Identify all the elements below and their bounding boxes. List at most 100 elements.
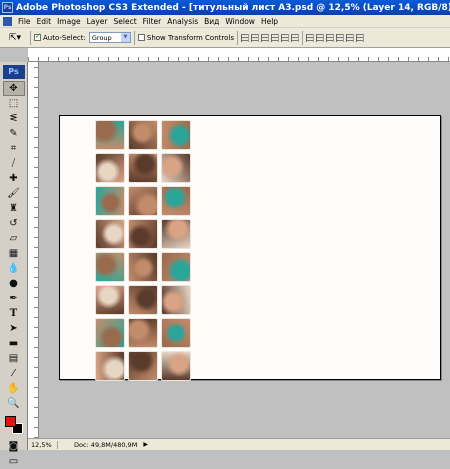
menu-edit[interactable]: Edit xyxy=(34,17,55,26)
photo-tile xyxy=(95,252,125,282)
align-top-icon[interactable] xyxy=(240,33,249,42)
status-bar: 12,5% Doc: 49,8M/480,9M ▶ xyxy=(28,438,450,450)
healing-tool-icon[interactable]: ✚ xyxy=(3,171,25,186)
zoom-tool-icon[interactable]: 🔍 xyxy=(3,396,25,411)
photo-tile xyxy=(128,153,158,183)
menu-window[interactable]: Window xyxy=(222,17,258,26)
color-swatches xyxy=(3,414,25,436)
ps-app-icon: Ps xyxy=(2,2,13,13)
photo-tile xyxy=(161,318,191,348)
move-tool-preset-icon[interactable]: ⇱▾ xyxy=(3,30,27,46)
show-transform-label: Show Transform Controls xyxy=(146,33,234,42)
menu-layer[interactable]: Layer xyxy=(84,17,111,26)
photo-tile xyxy=(128,351,158,381)
photo-tile xyxy=(95,153,125,183)
photo-tile xyxy=(161,285,191,315)
eyedropper-tool-icon[interactable]: ⁄ xyxy=(3,366,25,381)
path-select-tool-icon[interactable]: ➤ xyxy=(3,321,25,336)
document-info: Doc: 49,8M/480,9M xyxy=(74,440,138,449)
marquee-tool-icon[interactable]: ⬚ xyxy=(3,96,25,111)
photo-tile xyxy=(95,186,125,216)
auto-select-dropdown[interactable]: Group ▼ xyxy=(88,32,131,43)
distribute-buttons xyxy=(305,33,364,42)
menu-view[interactable]: Вид xyxy=(201,17,222,26)
divider xyxy=(133,30,135,45)
canvas-area[interactable] xyxy=(40,62,450,438)
distribute-bottom-icon[interactable] xyxy=(325,33,334,42)
menu-analysis[interactable]: Analysis xyxy=(164,17,201,26)
dodge-tool-icon[interactable]: ● xyxy=(3,276,25,291)
divider xyxy=(30,30,31,45)
ps-logo[interactable]: Ps xyxy=(2,65,25,79)
type-tool-icon[interactable]: T xyxy=(3,306,25,321)
align-left-icon[interactable] xyxy=(270,33,279,42)
photo-tile xyxy=(161,186,191,216)
menu-file[interactable]: File xyxy=(15,17,34,26)
menu-image[interactable]: Image xyxy=(54,17,84,26)
shape-tool-icon[interactable]: ▬ xyxy=(3,336,25,351)
eraser-tool-icon[interactable]: ▱ xyxy=(3,231,25,246)
photo-tile xyxy=(95,318,125,348)
document-icon[interactable] xyxy=(3,16,12,26)
photo-tile xyxy=(95,285,125,315)
menu-select[interactable]: Select xyxy=(111,17,140,26)
crop-tool-icon[interactable]: ⌗ xyxy=(3,141,25,156)
lasso-tool-icon[interactable]: ᓬ xyxy=(3,111,25,126)
photo-tile xyxy=(128,219,158,249)
hand-tool-icon[interactable]: ✋ xyxy=(3,381,25,396)
screen-mode-icon[interactable]: ▭ xyxy=(3,454,25,469)
title-bar: Ps Adobe Photoshop CS3 Extended - [титул… xyxy=(0,0,450,15)
menu-help[interactable]: Help xyxy=(258,17,281,26)
brush-tool-icon[interactable]: 🖌 xyxy=(3,186,25,201)
auto-select-value: Group xyxy=(91,33,112,42)
blur-tool-icon[interactable]: 💧 xyxy=(3,261,25,276)
photo-tile xyxy=(128,120,158,150)
move-tool-icon[interactable]: ✥ xyxy=(2,81,25,96)
divider xyxy=(301,30,303,45)
photo-tile xyxy=(95,219,125,249)
document-canvas[interactable] xyxy=(59,115,441,381)
quick-select-tool-icon[interactable]: ✎ xyxy=(3,126,25,141)
chevron-down-icon: ▼ xyxy=(120,33,130,42)
photo-tile xyxy=(95,351,125,381)
window-title: Adobe Photoshop CS3 Extended - [титульны… xyxy=(16,2,450,13)
menu-filter[interactable]: Filter xyxy=(140,17,165,26)
align-vcenter-icon[interactable] xyxy=(250,33,259,42)
distribute-hcenter-icon[interactable] xyxy=(345,33,354,42)
distribute-top-icon[interactable] xyxy=(305,33,314,42)
distribute-right-icon[interactable] xyxy=(355,33,364,42)
photo-tile xyxy=(95,120,125,150)
show-transform-checkbox[interactable] xyxy=(137,34,145,41)
align-hcenter-icon[interactable] xyxy=(280,33,289,42)
distribute-left-icon[interactable] xyxy=(335,33,344,42)
vertical-ruler xyxy=(28,62,39,438)
horizontal-ruler xyxy=(28,48,450,62)
photo-tile xyxy=(161,120,191,150)
toolbox: Ps ✥ ⬚ ᓬ ✎ ⌗ ⧸ ✚ 🖌 ♜ ↺ ▱ ▦ 💧 ● ✒ T ➤ ▬ ▤… xyxy=(0,62,28,467)
photo-tile xyxy=(161,252,191,282)
distribute-vcenter-icon[interactable] xyxy=(315,33,324,42)
quick-mask-icon[interactable]: ◙ xyxy=(3,439,25,454)
photo-tile xyxy=(161,153,191,183)
foreground-color-swatch[interactable] xyxy=(4,416,16,427)
notes-tool-icon[interactable]: ▤ xyxy=(3,351,25,366)
menu-bar: File Edit Image Layer Select Filter Anal… xyxy=(0,15,450,28)
slice-tool-icon[interactable]: ⧸ xyxy=(3,156,25,171)
gradient-tool-icon[interactable]: ▦ xyxy=(3,246,25,261)
auto-select-checkbox[interactable] xyxy=(34,32,41,41)
photo-tile xyxy=(128,252,158,282)
options-bar: ⇱▾ Auto-Select: Group ▼ Show Transform C… xyxy=(0,28,450,48)
zoom-level[interactable]: 12,5% xyxy=(28,440,58,449)
photo-tile xyxy=(161,219,191,249)
pen-tool-icon[interactable]: ✒ xyxy=(3,291,25,306)
clone-stamp-tool-icon[interactable]: ♜ xyxy=(3,201,25,216)
align-bottom-icon[interactable] xyxy=(260,33,269,42)
photo-tile-grid xyxy=(95,120,191,381)
align-right-icon[interactable] xyxy=(290,33,299,42)
photo-tile xyxy=(161,351,191,381)
photo-tile xyxy=(128,186,158,216)
photo-tile xyxy=(128,285,158,315)
history-brush-tool-icon[interactable]: ↺ xyxy=(3,216,25,231)
status-menu-arrow-icon[interactable]: ▶ xyxy=(143,441,148,448)
photo-tile xyxy=(128,318,158,348)
